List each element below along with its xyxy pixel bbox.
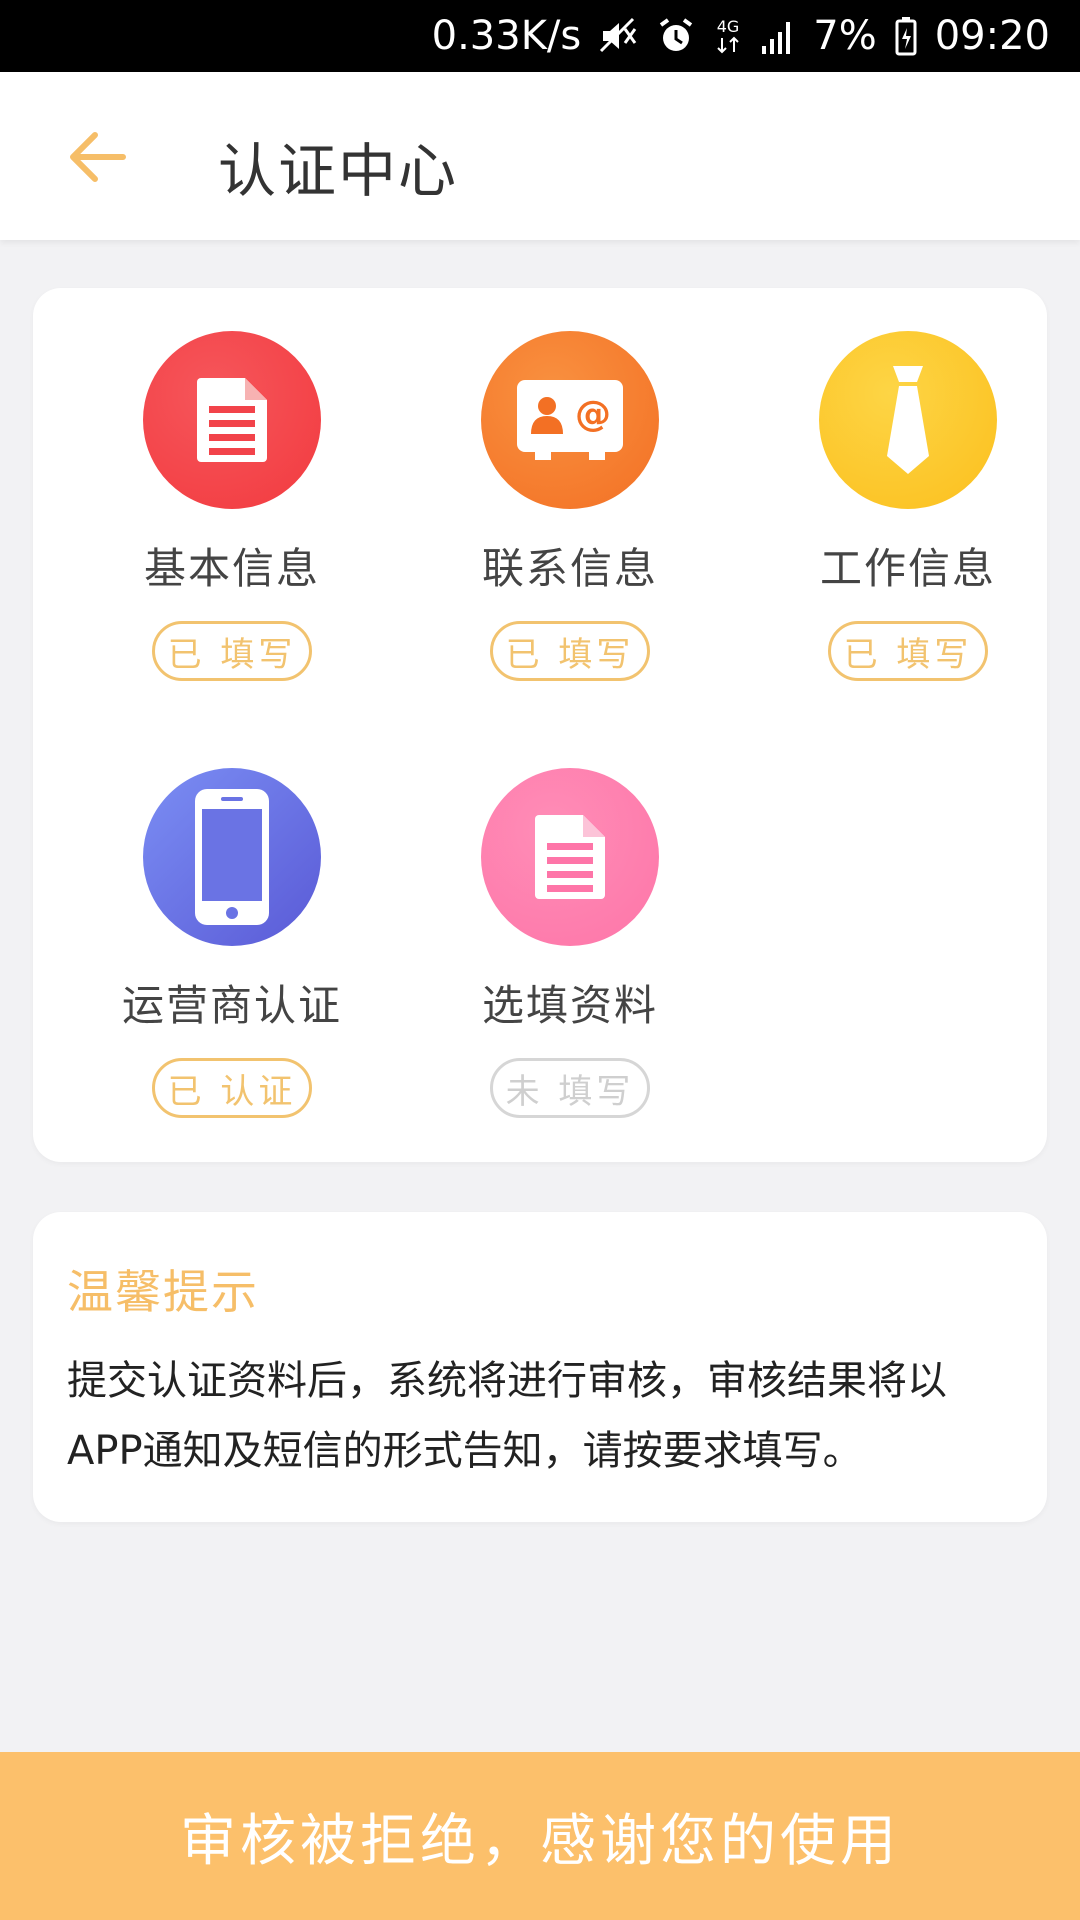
item-carrier-auth[interactable]: 运营商认证 已 认证 — [82, 768, 382, 1118]
contact-card-icon: @ — [517, 380, 623, 460]
back-button[interactable] — [58, 117, 138, 197]
tips-card: 温馨提示 提交认证资料后，系统将进行审核，审核结果将以APP通知及短信的形式告知… — [33, 1212, 1047, 1522]
tips-text: 提交认证资料后，系统将进行审核，审核结果将以APP通知及短信的形式告知，请按要求… — [67, 1358, 947, 1474]
item-label: 工作信息 — [819, 544, 996, 593]
document-icon — [535, 815, 605, 899]
status-bar: 0.33K/s 4G 7% 09:20 — [0, 0, 1080, 72]
optional-info-icon-circle — [481, 768, 659, 946]
item-work-info[interactable]: 工作信息 已 填写 — [758, 331, 1058, 681]
status-badge: 已 认证 — [152, 1058, 312, 1118]
status-badge: 已 填写 — [490, 621, 650, 681]
item-contact-info[interactable]: @ 联系信息 已 填写 — [420, 331, 720, 681]
phone-icon — [195, 789, 269, 925]
item-label: 基本信息 — [143, 544, 320, 593]
contact-info-icon-circle: @ — [481, 331, 659, 509]
review-status-button[interactable]: 审核被拒绝，感谢您的使用 — [0, 1752, 1080, 1920]
status-badge: 未 填写 — [490, 1058, 650, 1118]
work-info-icon-circle — [819, 331, 997, 509]
document-icon — [197, 378, 267, 462]
certification-card: 基本信息 已 填写 @ 联系信息 已 填写 工作信息 已 填写 运营商认证 已 … — [33, 288, 1047, 1162]
clock: 09:20 — [934, 13, 1050, 59]
item-label: 选填资料 — [481, 981, 658, 1030]
network-speed: 0.33K/s — [431, 13, 582, 59]
back-arrow-icon — [70, 132, 126, 182]
item-basic-info[interactable]: 基本信息 已 填写 — [82, 331, 382, 681]
basic-info-icon-circle — [143, 331, 321, 509]
alarm-icon — [657, 17, 695, 55]
status-badge: 已 填写 — [828, 621, 988, 681]
battery-icon — [895, 16, 917, 56]
carrier-auth-icon-circle — [143, 768, 321, 946]
tips-title: 温馨提示 — [67, 1265, 259, 1319]
item-optional-info[interactable]: 选填资料 未 填写 — [420, 768, 720, 1118]
item-label: 联系信息 — [481, 544, 658, 593]
signal-icon — [761, 18, 795, 54]
page-title: 认证中心 — [218, 137, 459, 205]
status-badge: 已 填写 — [152, 621, 312, 681]
svg-text:4G: 4G — [717, 17, 740, 36]
item-label: 运营商认证 — [121, 981, 342, 1030]
app-bar: 认证中心 — [0, 72, 1080, 240]
tie-icon — [887, 366, 929, 474]
mute-icon — [599, 17, 639, 55]
network-4g-icon: 4G — [713, 16, 743, 56]
svg-text:@: @ — [575, 394, 611, 435]
battery-percent: 7% — [813, 13, 877, 59]
